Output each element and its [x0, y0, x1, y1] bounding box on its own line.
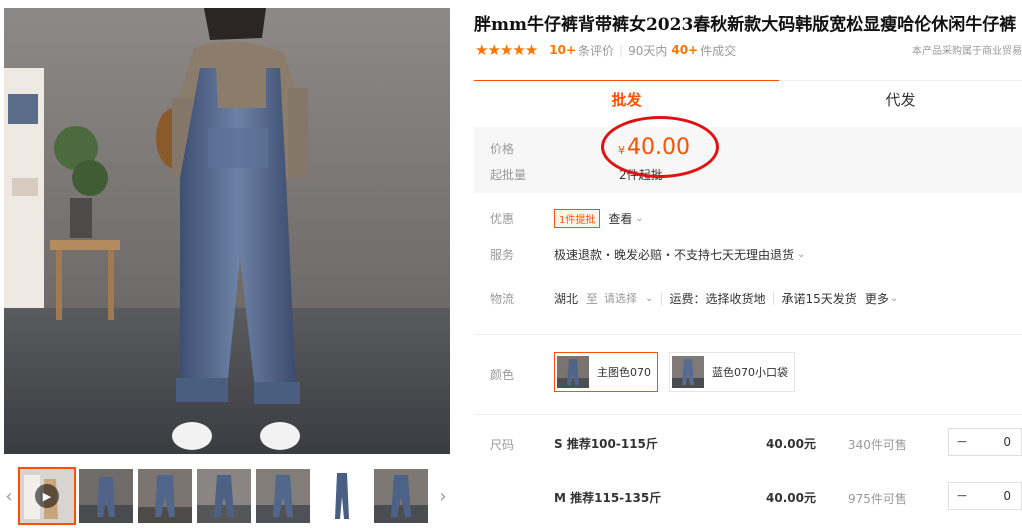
thumbnail-image[interactable] — [315, 469, 369, 523]
color-option-main[interactable]: 主图色070 — [554, 352, 658, 392]
thumbnail-image[interactable] — [79, 469, 133, 523]
promo-row: 优惠 1件提批 查看 ⌄ — [490, 206, 1022, 230]
section-divider — [474, 334, 1022, 335]
review-label: 条评价 — [578, 43, 615, 58]
price-label: 价格 — [490, 142, 515, 156]
color-option-label: 主图色070 — [597, 366, 651, 379]
chevron-down-icon[interactable]: ⌄ — [635, 213, 643, 224]
quantity-input[interactable]: 0 — [975, 435, 1021, 449]
size-price: 40.00元 — [766, 437, 816, 451]
tab-dropship[interactable]: 代发 — [779, 80, 1022, 118]
promo-view-link[interactable]: 查看 — [608, 210, 632, 227]
logistics-row: 物流 湖北 至 请选择 ⌄ | 运费：选择收货地 | 承诺15天发货 更多 ⌄ — [490, 286, 1022, 310]
size-price: 40.00元 — [766, 491, 816, 505]
sales-label: 件成交 — [700, 43, 737, 58]
ship-from: 湖北 — [554, 291, 579, 306]
thumbnail-prev-arrow-icon[interactable]: ‹ — [2, 466, 16, 526]
divider: | — [619, 43, 624, 57]
play-icon: ▶ — [35, 484, 59, 508]
decrement-button[interactable]: − — [949, 488, 975, 504]
thumbnail-image[interactable] — [374, 469, 428, 523]
logistics-more-link[interactable]: 更多 — [865, 290, 889, 307]
size-stock: 340件可售 — [848, 438, 907, 452]
product-title: 胖mm牛仔裤背带裤女2023春秋新款大码韩版宽松显瘦哈伦休闲牛仔裤 — [474, 15, 1017, 35]
size-row: 尺码 S 推荐100-115斤 40.00元 340件可售 − 0 — [490, 428, 1022, 458]
trade-disclaimer: 本产品采购属于商业贸易 — [912, 46, 1022, 57]
size-row: M 推荐115-135斤 40.00元 975件可售 − 0 — [490, 482, 1022, 512]
promo-tag: 1件提批 — [554, 208, 601, 228]
section-divider — [474, 414, 1022, 415]
min-order-label: 起批量 — [490, 168, 527, 182]
chevron-down-icon[interactable]: ⌄ — [890, 293, 898, 304]
sales-period: 90天内 — [628, 43, 668, 58]
sales-count: 40+ — [671, 43, 699, 57]
tab-wholesale[interactable]: 批发 — [474, 80, 779, 118]
color-swatch-image — [557, 356, 589, 388]
thumbnail-next-arrow-icon[interactable]: › — [436, 466, 450, 526]
divider: | — [771, 291, 776, 305]
size-label: 尺码 — [490, 438, 515, 452]
quantity-input[interactable]: 0 — [975, 489, 1021, 503]
purchase-mode-tabs: 批发 代发 — [474, 80, 1022, 118]
rating-row: ★★★★★ 10+ 条评价 | 90天内 40+ 件成交 本产品采购属于商业贸易 — [475, 40, 1022, 60]
service-label: 服务 — [490, 247, 515, 262]
color-swatch-image — [672, 356, 704, 388]
size-name: S 推荐100-115斤 — [554, 437, 658, 451]
main-product-image[interactable] — [4, 8, 450, 454]
rating-stars-icon: ★★★★★ — [475, 41, 538, 59]
ship-to-label: 至 — [586, 291, 599, 306]
decrement-button[interactable]: − — [949, 434, 975, 450]
color-label: 颜色 — [490, 368, 515, 382]
service-row: 服务 极速退款・晚发必赔・不支持七天无理由退货 ⌄ — [490, 242, 1022, 266]
color-option-label: 蓝色070小口袋 — [712, 366, 788, 379]
thumbnail-image[interactable] — [138, 469, 192, 523]
thumbnail-video[interactable]: ▶ — [18, 467, 76, 525]
size-name: M 推荐115-135斤 — [554, 491, 662, 505]
thumbnail-image[interactable] — [197, 469, 251, 523]
review-count[interactable]: 10+ — [549, 43, 576, 57]
color-option-blue[interactable]: 蓝色070小口袋 — [669, 352, 795, 392]
size-stock: 975件可售 — [848, 492, 907, 506]
thumbnail-strip: ‹ ▶ › — [0, 466, 452, 526]
ship-to-select[interactable]: 请选择 — [604, 290, 637, 306]
chevron-down-icon[interactable]: ⌄ — [797, 249, 805, 260]
quantity-stepper: − 0 — [948, 482, 1022, 510]
divider: | — [659, 291, 664, 305]
quantity-stepper: − 0 — [948, 428, 1022, 456]
shipping-promise: 承诺15天发货 — [781, 291, 857, 306]
logistics-label: 物流 — [490, 291, 515, 306]
shipping-fee[interactable]: 运费：选择收货地 — [669, 290, 765, 307]
service-text[interactable]: 极速退款・晚发必赔・不支持七天无理由退货 — [554, 246, 794, 263]
thumbnail-image[interactable] — [256, 469, 310, 523]
price-panel: 价格 ¥40.00 起批量 2件起批 — [474, 127, 1022, 193]
promo-label: 优惠 — [490, 211, 515, 226]
chevron-down-icon[interactable]: ⌄ — [645, 293, 653, 304]
price-annotation-circle — [601, 116, 719, 178]
